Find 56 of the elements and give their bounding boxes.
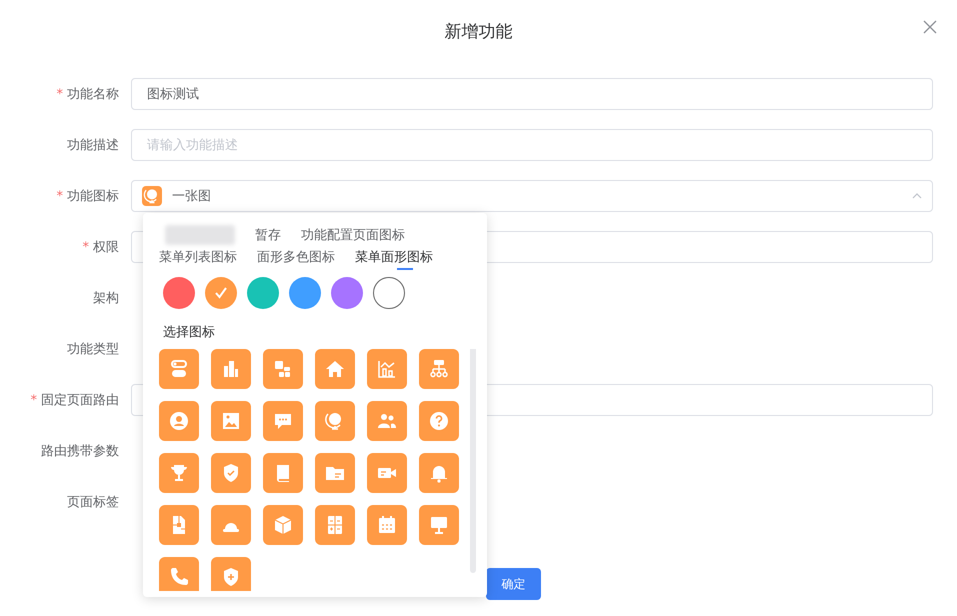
required-mark: * [56, 189, 63, 204]
calendar-icon[interactable] [367, 505, 407, 545]
icon-category-tab[interactable]: 暂存 [255, 225, 281, 245]
cube-icon[interactable] [263, 505, 303, 545]
chat-icon[interactable] [263, 401, 303, 441]
globe-icon[interactable] [315, 401, 355, 441]
toggles-icon[interactable] [159, 349, 199, 389]
color-swatch[interactable] [247, 277, 279, 309]
bell-icon[interactable] [419, 453, 459, 493]
field-label: 路由携带参数 [41, 444, 119, 459]
phone-icon[interactable] [159, 557, 199, 591]
book-icon[interactable] [263, 453, 303, 493]
required-mark: * [56, 87, 63, 102]
field-label: 页面标签 [67, 495, 119, 510]
field-label: 功能类型 [67, 342, 119, 357]
field-label: 固定页面路由 [41, 393, 119, 408]
globe-icon [142, 186, 162, 206]
text-field[interactable]: 图标测试 [131, 78, 933, 110]
text-field[interactable]: 请输入功能描述 [131, 129, 933, 161]
color-swatch[interactable] [373, 277, 405, 309]
color-swatch[interactable] [289, 277, 321, 309]
color-swatch[interactable] [205, 277, 237, 309]
image-icon[interactable] [211, 401, 251, 441]
blocks-icon[interactable] [263, 349, 303, 389]
close-icon[interactable] [923, 20, 937, 34]
calculator-icon[interactable] [315, 505, 355, 545]
color-swatch[interactable] [163, 277, 195, 309]
shield-plus-icon[interactable] [211, 557, 251, 591]
helmet-icon[interactable] [211, 505, 251, 545]
org-icon[interactable] [419, 349, 459, 389]
home-icon[interactable] [315, 349, 355, 389]
icon-category-tab[interactable]: 面形多色图标 [257, 247, 335, 267]
section-label: 选择图标 [163, 324, 216, 341]
required-mark: * [82, 240, 89, 255]
board-icon[interactable] [419, 505, 459, 545]
folder-icon[interactable] [315, 453, 355, 493]
dialog-title: 新增功能 [444, 20, 512, 42]
field-label: 功能描述 [67, 138, 119, 153]
icon-select-field[interactable]: 一张图 [131, 180, 933, 212]
field-label: 功能名称 [67, 87, 119, 102]
field-label: 权限 [93, 240, 119, 255]
field-label: 架构 [93, 291, 119, 306]
icon-category-tab[interactable]: 功能配置页面图标 [301, 225, 405, 245]
icon-category-tab[interactable]: 菜单面形图标 [355, 247, 433, 267]
confirm-button[interactable]: 确定 [486, 568, 541, 600]
trophy-icon[interactable] [159, 453, 199, 493]
shield-check-icon[interactable] [211, 453, 251, 493]
field-label: 功能图标 [67, 189, 119, 204]
color-swatch[interactable] [331, 277, 363, 309]
user-icon[interactable] [159, 401, 199, 441]
chart-icon[interactable] [367, 349, 407, 389]
required-mark: * [30, 393, 37, 408]
team-icon[interactable] [367, 401, 407, 441]
help-icon[interactable] [419, 401, 459, 441]
video-icon[interactable] [367, 453, 407, 493]
icon-category-tab[interactable]: 菜单列表图标 [159, 247, 237, 267]
